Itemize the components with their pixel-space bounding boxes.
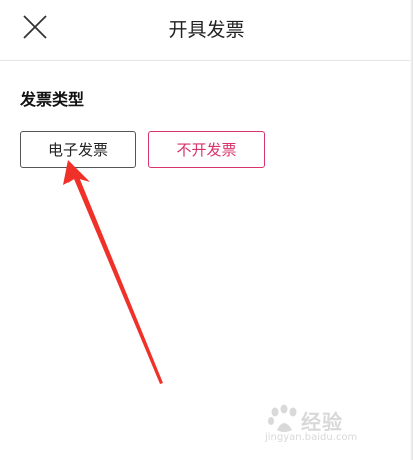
header-bar: 开具发票 xyxy=(0,0,413,56)
no-invoice-button[interactable]: 不开发票 xyxy=(148,131,265,168)
header-divider xyxy=(0,60,413,61)
watermark-url: jingyan.baidu.com xyxy=(265,432,358,443)
electronic-invoice-button[interactable]: 电子发票 xyxy=(20,131,136,168)
baidu-jingyan-watermark: 经验 jingyan.baidu.com xyxy=(265,404,395,448)
annotation-arrow-icon xyxy=(63,160,163,384)
watermark-brand: 经验 xyxy=(301,410,343,434)
baidu-paw-icon xyxy=(268,404,297,432)
page-title: 开具发票 xyxy=(168,19,245,41)
invoice-type-title: 发票类型 xyxy=(20,90,85,109)
